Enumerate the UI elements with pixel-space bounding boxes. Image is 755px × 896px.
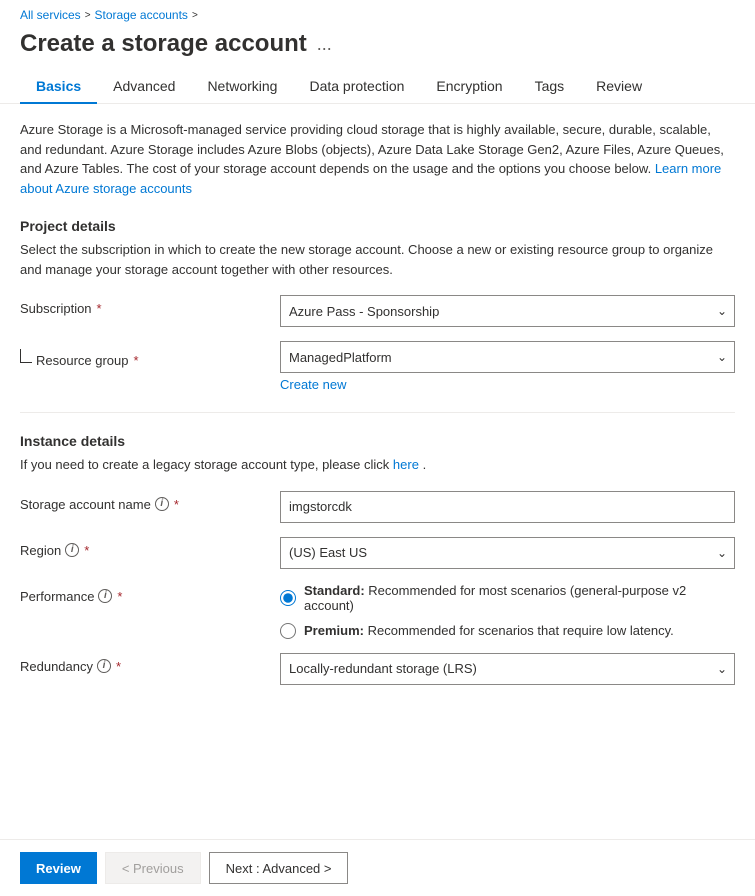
breadcrumb-all-services[interactable]: All services <box>20 8 81 22</box>
breadcrumb: All services > Storage accounts > <box>0 0 755 26</box>
intro-description: Azure Storage is a Microsoft-managed ser… <box>20 120 735 198</box>
performance-row: Performance i * Standard: Recommended fo… <box>20 583 735 639</box>
resource-group-row: Resource group * ManagedPlatform ⌄ Creat… <box>20 341 735 392</box>
resource-group-dropdown[interactable]: ManagedPlatform <box>280 341 735 373</box>
breadcrumb-sep-1: > <box>85 10 91 21</box>
performance-info-icon[interactable]: i <box>98 589 112 603</box>
tab-networking[interactable]: Networking <box>191 70 293 104</box>
subscription-label: Subscription * <box>20 295 260 316</box>
redundancy-control: Locally-redundant storage (LRS) ⌄ <box>280 653 735 685</box>
region-row: Region i * (US) East US ⌄ <box>20 537 735 569</box>
project-details-section: Project details Select the subscription … <box>20 218 735 392</box>
storage-account-name-input[interactable] <box>280 491 735 523</box>
tab-advanced[interactable]: Advanced <box>97 70 191 104</box>
legacy-here-link[interactable]: here <box>393 457 419 472</box>
performance-label: Performance i * <box>20 583 260 604</box>
previous-button[interactable]: < Previous <box>105 852 201 884</box>
region-label: Region i * <box>20 537 260 558</box>
subscription-row: Subscription * Azure Pass - Sponsorship … <box>20 295 735 327</box>
region-info-icon[interactable]: i <box>65 543 79 557</box>
instance-details-section: Instance details If you need to create a… <box>20 433 735 685</box>
storage-account-name-row: Storage account name i * <box>20 491 735 523</box>
breadcrumb-storage-accounts[interactable]: Storage accounts <box>95 8 188 22</box>
subscription-control: Azure Pass - Sponsorship ⌄ <box>280 295 735 327</box>
resource-group-required: * <box>134 353 139 368</box>
resource-group-label: Resource group * <box>36 347 139 368</box>
performance-required: * <box>117 589 122 604</box>
region-dropdown[interactable]: (US) East US <box>280 537 735 569</box>
performance-standard-label: Standard: Recommended for most scenarios… <box>304 583 735 613</box>
tab-basics[interactable]: Basics <box>20 70 97 104</box>
subscription-required: * <box>97 301 102 316</box>
redundancy-dropdown-wrap: Locally-redundant storage (LRS) ⌄ <box>280 653 735 685</box>
storage-name-info-icon[interactable]: i <box>155 497 169 511</box>
tab-review[interactable]: Review <box>580 70 658 104</box>
region-required: * <box>84 543 89 558</box>
resource-group-label-wrap: Resource group * <box>20 341 260 368</box>
content-area: Azure Storage is a Microsoft-managed ser… <box>0 104 755 715</box>
performance-standard-option[interactable]: Standard: Recommended for most scenarios… <box>280 583 735 613</box>
subscription-dropdown-wrap: Azure Pass - Sponsorship ⌄ <box>280 295 735 327</box>
section-divider-1 <box>20 412 735 413</box>
performance-premium-radio[interactable] <box>280 623 296 639</box>
review-button[interactable]: Review <box>20 852 97 884</box>
performance-premium-label: Premium: Recommended for scenarios that … <box>304 623 674 638</box>
subscription-dropdown[interactable]: Azure Pass - Sponsorship <box>280 295 735 327</box>
tab-bar: Basics Advanced Networking Data protecti… <box>0 70 755 104</box>
storage-account-name-label: Storage account name i * <box>20 491 260 512</box>
storage-name-required: * <box>174 497 179 512</box>
page-header: Create a storage account ... <box>0 26 755 70</box>
performance-premium-option[interactable]: Premium: Recommended for scenarios that … <box>280 623 735 639</box>
resource-group-indent-line <box>20 349 32 363</box>
redundancy-required: * <box>116 659 121 674</box>
page-title: Create a storage account <box>20 30 307 58</box>
redundancy-info-icon[interactable]: i <box>97 659 111 673</box>
breadcrumb-sep-2: > <box>192 10 198 21</box>
footer: Review < Previous Next : Advanced > <box>0 839 755 896</box>
resource-group-control: ManagedPlatform ⌄ Create new <box>280 341 735 392</box>
instance-details-desc: If you need to create a legacy storage a… <box>20 455 735 475</box>
project-details-desc: Select the subscription in which to crea… <box>20 240 735 279</box>
project-details-title: Project details <box>20 218 735 234</box>
next-button[interactable]: Next : Advanced > <box>209 852 349 884</box>
performance-control: Standard: Recommended for most scenarios… <box>280 583 735 639</box>
tab-tags[interactable]: Tags <box>519 70 581 104</box>
instance-details-title: Instance details <box>20 433 735 449</box>
redundancy-dropdown[interactable]: Locally-redundant storage (LRS) <box>280 653 735 685</box>
tab-data-protection[interactable]: Data protection <box>293 70 420 104</box>
redundancy-label: Redundancy i * <box>20 653 260 674</box>
resource-group-dropdown-wrap: ManagedPlatform ⌄ <box>280 341 735 373</box>
performance-radio-group: Standard: Recommended for most scenarios… <box>280 583 735 639</box>
region-control: (US) East US ⌄ <box>280 537 735 569</box>
create-new-link[interactable]: Create new <box>280 377 346 392</box>
redundancy-row: Redundancy i * Locally-redundant storage… <box>20 653 735 685</box>
storage-account-name-control <box>280 491 735 523</box>
performance-standard-radio[interactable] <box>280 590 296 606</box>
region-dropdown-wrap: (US) East US ⌄ <box>280 537 735 569</box>
tab-encryption[interactable]: Encryption <box>420 70 518 104</box>
ellipsis-icon[interactable]: ... <box>317 34 332 55</box>
